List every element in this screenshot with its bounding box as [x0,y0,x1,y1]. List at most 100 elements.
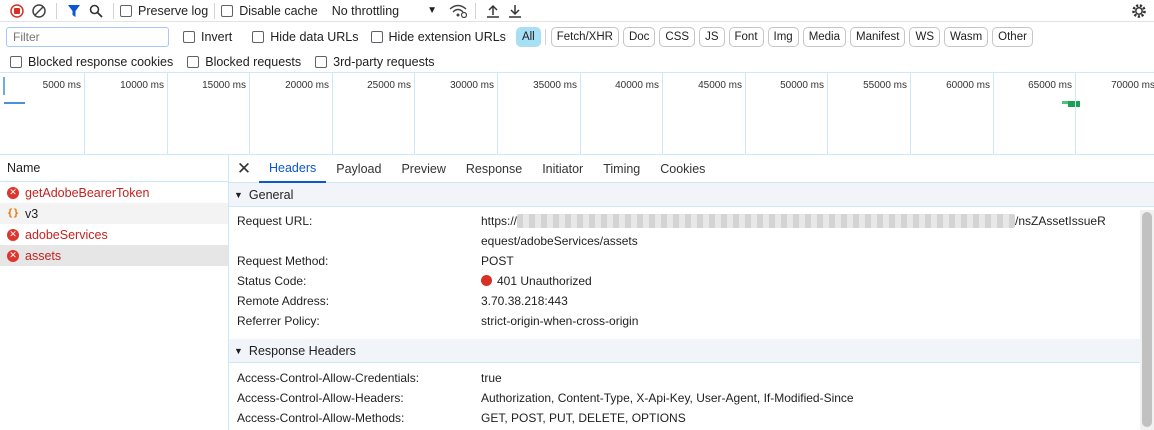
timeline-gridline [910,73,911,155]
header-value[interactable]: Authorization, Content-Type, X-Api-Key, … [481,388,1154,408]
header-value[interactable]: POST [481,251,1154,271]
type-filter-ws[interactable]: WS [909,27,941,47]
checkbox-box[interactable] [183,31,195,43]
redacted-url-segment: xxxxxxxxxxxxxxxxxxxxxxxxxxxxxxxxxxxxxxxx… [517,214,1016,228]
stop-recording-icon[interactable] [6,1,28,21]
type-filter-all[interactable]: All [515,27,541,47]
timeline-start-marker [3,77,5,95]
header-value[interactable]: GET, POST, PUT, DELETE, OPTIONS [481,408,1154,428]
timeline-tick-label: 5000 ms [42,80,81,91]
throttling-value: No throttling [331,3,400,18]
network-conditions-icon[interactable] [447,1,469,21]
timeline-gridline [414,73,415,155]
type-filter-wasm[interactable]: Wasm [944,27,989,47]
export-har-icon[interactable] [504,1,526,21]
timeline-tick-label: 70000 ms [1111,80,1154,91]
remote-address-row: Remote Address: 3.70.38.218:443 [229,291,1154,311]
type-filter-manifest[interactable]: Manifest [850,27,906,47]
checkbox-box[interactable] [315,55,328,68]
settings-gear-icon[interactable] [1128,1,1150,21]
request-method-row: Request Method: POST [229,251,1154,271]
request-url-row: Request URL: https://xxxxxxxxxxxxxxxxxxx… [229,211,1154,231]
tab-headers[interactable]: Headers [259,155,327,183]
referrer-policy-row: Referrer Policy: strict-origin-when-cros… [229,311,1154,331]
request-row-selected[interactable]: ✕ assets [0,245,228,266]
json-icon: {} [7,208,20,219]
timeline-gridline [167,73,168,155]
status-code-row: Status Code: 401 Unauthorized [229,271,1154,291]
third-party-requests-checkbox[interactable]: 3rd-party requests [315,55,435,69]
checkbox-box[interactable] [221,4,234,17]
checkbox-box[interactable] [10,55,22,68]
type-filter-fetch-xhr[interactable]: Fetch/XHR [550,27,619,47]
timeline-request-bar [1068,101,1080,107]
status-code-value[interactable]: 401 Unauthorized [481,271,1154,291]
checkbox-box[interactable] [120,4,132,17]
throttling-select[interactable]: No throttling ▼ [332,4,437,18]
timeline-tick-label: 45000 ms [698,80,742,91]
general-section-header[interactable]: ▼ General [229,183,1154,207]
response-headers-section-header[interactable]: ▼ Response Headers [229,339,1154,363]
hide-extension-urls-checkbox[interactable]: Hide extension URLs [370,30,506,44]
type-filter-font[interactable]: Font [728,27,764,47]
timeline-tick-label: 40000 ms [615,80,659,91]
header-value[interactable]: 3.70.38.218:443 [481,291,1154,311]
close-icon[interactable]: ✕ [229,159,259,179]
timeline-gridline [993,73,994,155]
disable-cache-checkbox[interactable]: Disable cache [221,4,318,18]
timeline-tick-label: 50000 ms [780,80,824,91]
header-value[interactable]: true [481,368,1154,388]
clear-icon[interactable] [28,1,50,21]
name-column-header[interactable]: Name [0,155,228,182]
header-key-spacer [229,231,481,251]
type-filter-css[interactable]: CSS [659,27,696,47]
request-row[interactable]: {} v3 [0,203,228,224]
timeline-overview[interactable]: 5000 ms 10000 ms 15000 ms 20000 ms 25000 ms 3… [0,73,1154,155]
response-header-row: Access-Control-Allow-Headers: Authorizat… [229,388,1154,408]
disable-cache-label: Disable cache [239,3,318,18]
header-key: Access-Control-Allow-Credentials: [237,371,420,385]
timeline-tick-label: 30000 ms [450,80,494,91]
header-key: Status Code: [237,274,307,288]
blocked-requests-label: Blocked requests [205,54,302,69]
invert-checkbox[interactable]: Invert [183,30,232,44]
timeline-gridline [249,73,250,155]
type-filter-doc[interactable]: Doc [622,27,656,47]
type-filter-media[interactable]: Media [802,27,847,47]
request-url-row-continued: equest/adobeServices/assets [229,231,1154,251]
checkbox-box[interactable] [370,31,383,43]
filter-input[interactable] [6,27,169,47]
tab-preview[interactable]: Preview [391,155,455,183]
response-headers-title: Response Headers [248,343,356,358]
request-name: adobeServices [25,227,108,242]
tab-payload[interactable]: Payload [326,155,391,183]
checkbox-box[interactable] [187,55,200,68]
request-row[interactable]: ✕ getAdobeBearerToken [0,182,228,203]
header-value[interactable]: strict-origin-when-cross-origin [481,311,1154,331]
header-key: Access-Control-Allow-Headers: [237,391,404,405]
chip-divider [544,29,546,45]
blocked-response-cookies-checkbox[interactable]: Blocked response cookies [10,55,173,69]
search-icon[interactable] [85,1,107,21]
hide-data-urls-checkbox[interactable]: Hide data URLs [252,30,359,44]
preserve-log-checkbox[interactable]: Preserve log [120,4,208,18]
request-url-value[interactable]: https://xxxxxxxxxxxxxxxxxxxxxxxxxxxxxxxx… [481,211,1154,231]
scrollbar-thumb[interactable] [1142,212,1152,427]
tab-cookies[interactable]: Cookies [650,155,715,183]
filter-icon[interactable] [63,1,85,21]
request-row[interactable]: ✕ adobeServices [0,224,228,245]
timeline-tick-label: 60000 ms [946,80,990,91]
tab-timing[interactable]: Timing [593,155,650,183]
block-filter-bar: Blocked response cookies Blocked request… [0,51,1154,73]
import-har-icon[interactable] [482,1,504,21]
type-filter-js[interactable]: JS [699,27,725,47]
tab-initiator[interactable]: Initiator [532,155,593,183]
type-filter-img[interactable]: Img [767,27,799,47]
details-scrollbar[interactable] [1140,210,1154,430]
request-url-continuation[interactable]: equest/adobeServices/assets [481,231,1154,251]
tab-response[interactable]: Response [456,155,532,183]
blocked-requests-checkbox[interactable]: Blocked requests [187,55,301,69]
checkbox-box[interactable] [252,31,265,43]
type-filter-other[interactable]: Other [992,27,1033,47]
hide-extension-urls-label: Hide extension URLs [388,30,506,44]
